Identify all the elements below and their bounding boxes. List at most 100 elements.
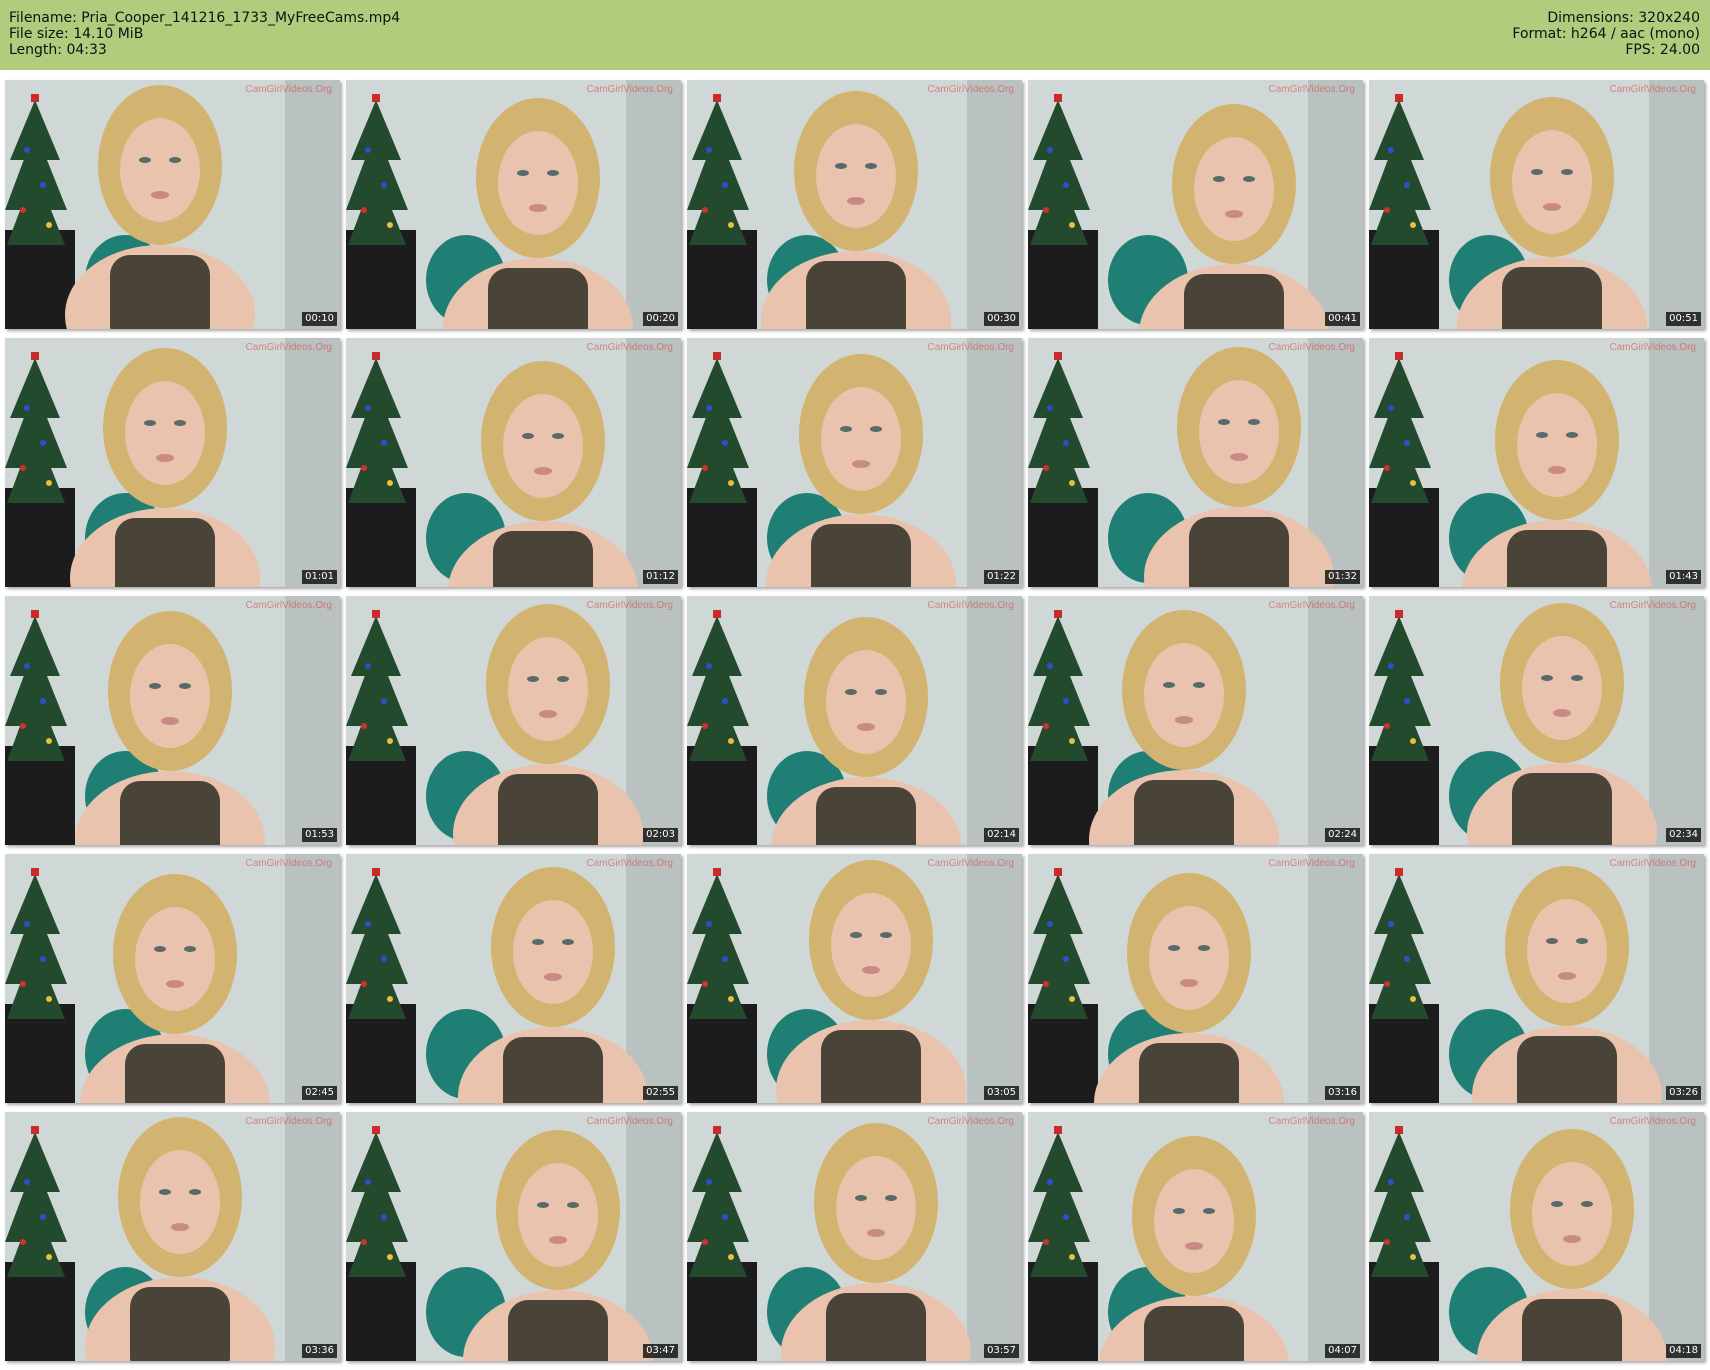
timestamp-label: 03:16 [1325, 1086, 1360, 1100]
info-header: Filename: Pria_Cooper_141216_1733_MyFree… [0, 0, 1710, 70]
filesize-text: File size: 14.10 MiB [9, 26, 144, 42]
frame-image [5, 80, 340, 329]
video-info: Dimensions: 320x240 Format: h264 / aac (… [1512, 10, 1700, 58]
watermark-text: CamGirlVideos.Org [927, 342, 1014, 353]
timestamp-label: 02:45 [302, 1086, 337, 1100]
video-thumbnail[interactable]: CamGirlVideos.Org 01:53 [5, 596, 340, 845]
file-info: Filename: Pria_Cooper_141216_1733_MyFree… [9, 10, 400, 58]
timestamp-label: 01:22 [984, 570, 1019, 584]
frame-image [5, 854, 340, 1103]
video-thumbnail[interactable]: CamGirlVideos.Org 00:10 [5, 80, 340, 329]
fps-text: FPS: 24.00 [1625, 42, 1700, 58]
timestamp-label: 03:05 [984, 1086, 1019, 1100]
video-thumbnail[interactable]: CamGirlVideos.Org 02:55 [346, 854, 681, 1103]
watermark-text: CamGirlVideos.Org [245, 84, 332, 95]
watermark-text: CamGirlVideos.Org [1268, 1116, 1355, 1127]
watermark-text: CamGirlVideos.Org [1609, 84, 1696, 95]
timestamp-label: 03:26 [1666, 1086, 1701, 1100]
timestamp-label: 02:03 [643, 828, 678, 842]
watermark-text: CamGirlVideos.Org [245, 858, 332, 869]
frame-image [687, 338, 1022, 587]
frame-image [5, 596, 340, 845]
video-thumbnail[interactable]: CamGirlVideos.Org 01:22 [687, 338, 1022, 587]
video-thumbnail[interactable]: CamGirlVideos.Org 02:03 [346, 596, 681, 845]
watermark-text: CamGirlVideos.Org [586, 1116, 673, 1127]
frame-image [1028, 338, 1363, 587]
video-thumbnail[interactable]: CamGirlVideos.Org 02:14 [687, 596, 1022, 845]
video-thumbnail[interactable]: CamGirlVideos.Org 03:16 [1028, 854, 1363, 1103]
frame-image [687, 80, 1022, 329]
video-thumbnail[interactable]: CamGirlVideos.Org 01:43 [1369, 338, 1704, 587]
frame-image [1369, 596, 1704, 845]
timestamp-label: 03:36 [302, 1344, 337, 1358]
video-thumbnail[interactable]: CamGirlVideos.Org 03:26 [1369, 854, 1704, 1103]
frame-image [346, 80, 681, 329]
watermark-text: CamGirlVideos.Org [927, 858, 1014, 869]
timestamp-label: 00:51 [1666, 312, 1701, 326]
timestamp-label: 02:24 [1325, 828, 1360, 842]
video-thumbnail[interactable]: CamGirlVideos.Org 02:24 [1028, 596, 1363, 845]
frame-image [1028, 1112, 1363, 1361]
format-text: Format: h264 / aac (mono) [1512, 26, 1700, 42]
timestamp-label: 00:30 [984, 312, 1019, 326]
watermark-text: CamGirlVideos.Org [1609, 600, 1696, 611]
video-thumbnail[interactable]: CamGirlVideos.Org 02:34 [1369, 596, 1704, 845]
watermark-text: CamGirlVideos.Org [586, 858, 673, 869]
watermark-text: CamGirlVideos.Org [245, 342, 332, 353]
timestamp-label: 03:57 [984, 1344, 1019, 1358]
watermark-text: CamGirlVideos.Org [1609, 342, 1696, 353]
frame-image [1369, 1112, 1704, 1361]
video-thumbnail[interactable]: CamGirlVideos.Org 03:05 [687, 854, 1022, 1103]
timestamp-label: 01:01 [302, 570, 337, 584]
watermark-text: CamGirlVideos.Org [1609, 858, 1696, 869]
frame-image [1369, 854, 1704, 1103]
watermark-text: CamGirlVideos.Org [586, 600, 673, 611]
video-thumbnail[interactable]: CamGirlVideos.Org 02:45 [5, 854, 340, 1103]
watermark-text: CamGirlVideos.Org [586, 84, 673, 95]
video-thumbnail[interactable]: CamGirlVideos.Org 04:07 [1028, 1112, 1363, 1361]
frame-image [346, 338, 681, 587]
video-thumbnail[interactable]: CamGirlVideos.Org 03:36 [5, 1112, 340, 1361]
watermark-text: CamGirlVideos.Org [586, 342, 673, 353]
timestamp-label: 04:18 [1666, 1344, 1701, 1358]
video-thumbnail[interactable]: CamGirlVideos.Org 00:41 [1028, 80, 1363, 329]
video-thumbnail[interactable]: CamGirlVideos.Org 00:20 [346, 80, 681, 329]
timestamp-label: 00:41 [1325, 312, 1360, 326]
timestamp-label: 00:10 [302, 312, 337, 326]
video-thumbnail[interactable]: CamGirlVideos.Org 01:32 [1028, 338, 1363, 587]
frame-image [1369, 80, 1704, 329]
video-thumbnail[interactable]: CamGirlVideos.Org 00:51 [1369, 80, 1704, 329]
length-text: Length: 04:33 [9, 42, 107, 58]
timestamp-label: 00:20 [643, 312, 678, 326]
frame-image [346, 854, 681, 1103]
watermark-text: CamGirlVideos.Org [1268, 342, 1355, 353]
watermark-text: CamGirlVideos.Org [927, 1116, 1014, 1127]
timestamp-label: 02:55 [643, 1086, 678, 1100]
frame-image [5, 338, 340, 587]
timestamp-label: 01:12 [643, 570, 678, 584]
watermark-text: CamGirlVideos.Org [1609, 1116, 1696, 1127]
frame-image [687, 854, 1022, 1103]
frame-image [346, 1112, 681, 1361]
video-thumbnail[interactable]: CamGirlVideos.Org 03:57 [687, 1112, 1022, 1361]
watermark-text: CamGirlVideos.Org [927, 84, 1014, 95]
watermark-text: CamGirlVideos.Org [245, 600, 332, 611]
timestamp-label: 01:43 [1666, 570, 1701, 584]
frame-image [1028, 80, 1363, 329]
watermark-text: CamGirlVideos.Org [245, 1116, 332, 1127]
watermark-text: CamGirlVideos.Org [1268, 600, 1355, 611]
timestamp-label: 03:47 [643, 1344, 678, 1358]
frame-image [687, 1112, 1022, 1361]
video-thumbnail[interactable]: CamGirlVideos.Org 04:18 [1369, 1112, 1704, 1361]
timestamp-label: 02:14 [984, 828, 1019, 842]
video-thumbnail[interactable]: CamGirlVideos.Org 01:12 [346, 338, 681, 587]
video-thumbnail[interactable]: CamGirlVideos.Org 00:30 [687, 80, 1022, 329]
timestamp-label: 01:53 [302, 828, 337, 842]
video-thumbnail[interactable]: CamGirlVideos.Org 01:01 [5, 338, 340, 587]
video-thumbnail[interactable]: CamGirlVideos.Org 03:47 [346, 1112, 681, 1361]
dimensions-text: Dimensions: 320x240 [1547, 10, 1700, 26]
timestamp-label: 04:07 [1325, 1344, 1360, 1358]
frame-image [1028, 854, 1363, 1103]
frame-image [5, 1112, 340, 1361]
watermark-text: CamGirlVideos.Org [927, 600, 1014, 611]
